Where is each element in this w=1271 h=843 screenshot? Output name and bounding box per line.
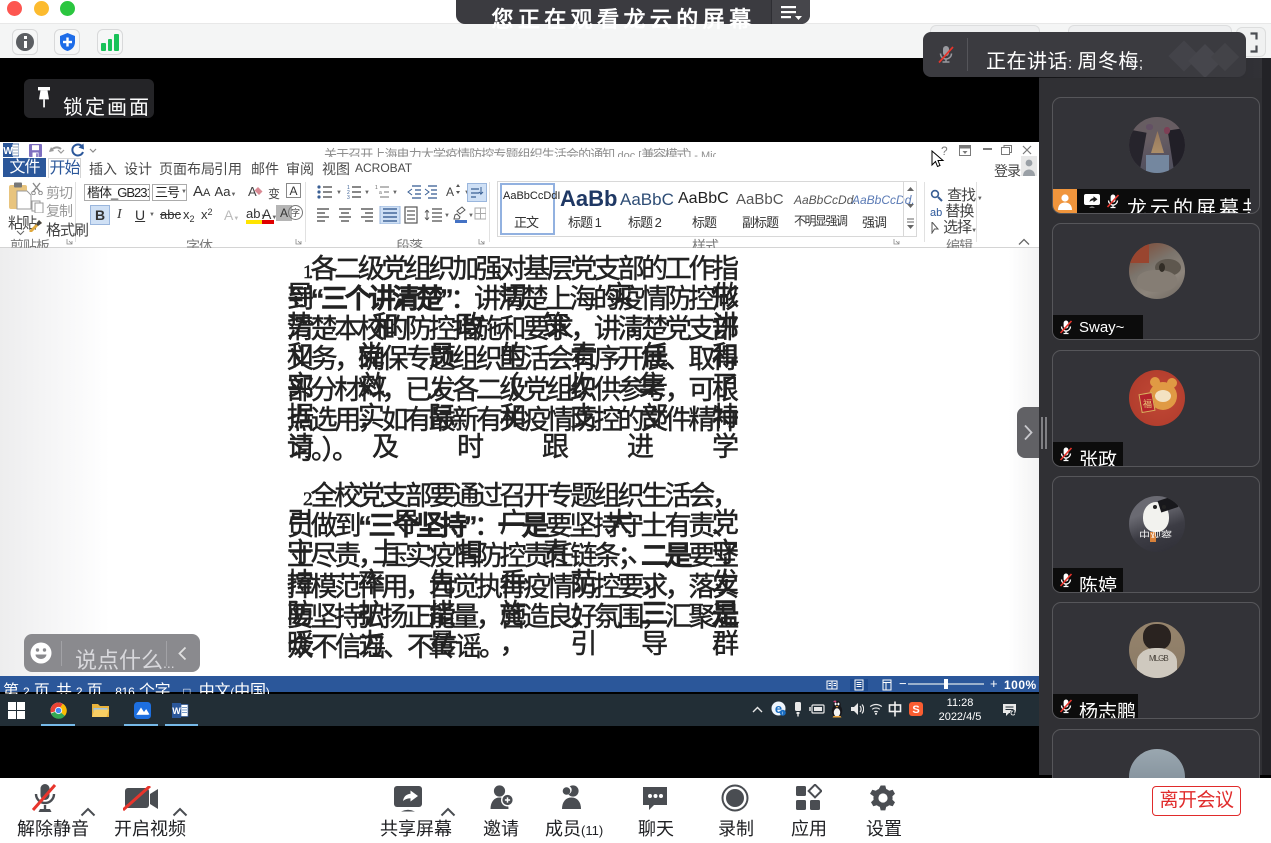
svg-text:▼: ▼ [392,190,398,196]
svg-text:▼: ▼ [444,213,450,219]
svg-text:S: S [912,704,919,716]
svg-text:3: 3 [347,195,350,201]
svg-text:▼: ▼ [364,190,370,196]
svg-text:i: i [782,711,783,716]
svg-text:▼: ▼ [336,190,342,196]
svg-text:W: W [3,146,13,157]
svg-text:1: 1 [375,185,378,191]
svg-text:A: A [446,185,454,199]
svg-text:▼: ▼ [468,213,474,219]
svg-text:W: W [172,706,181,716]
svg-text:a: a [379,190,382,196]
